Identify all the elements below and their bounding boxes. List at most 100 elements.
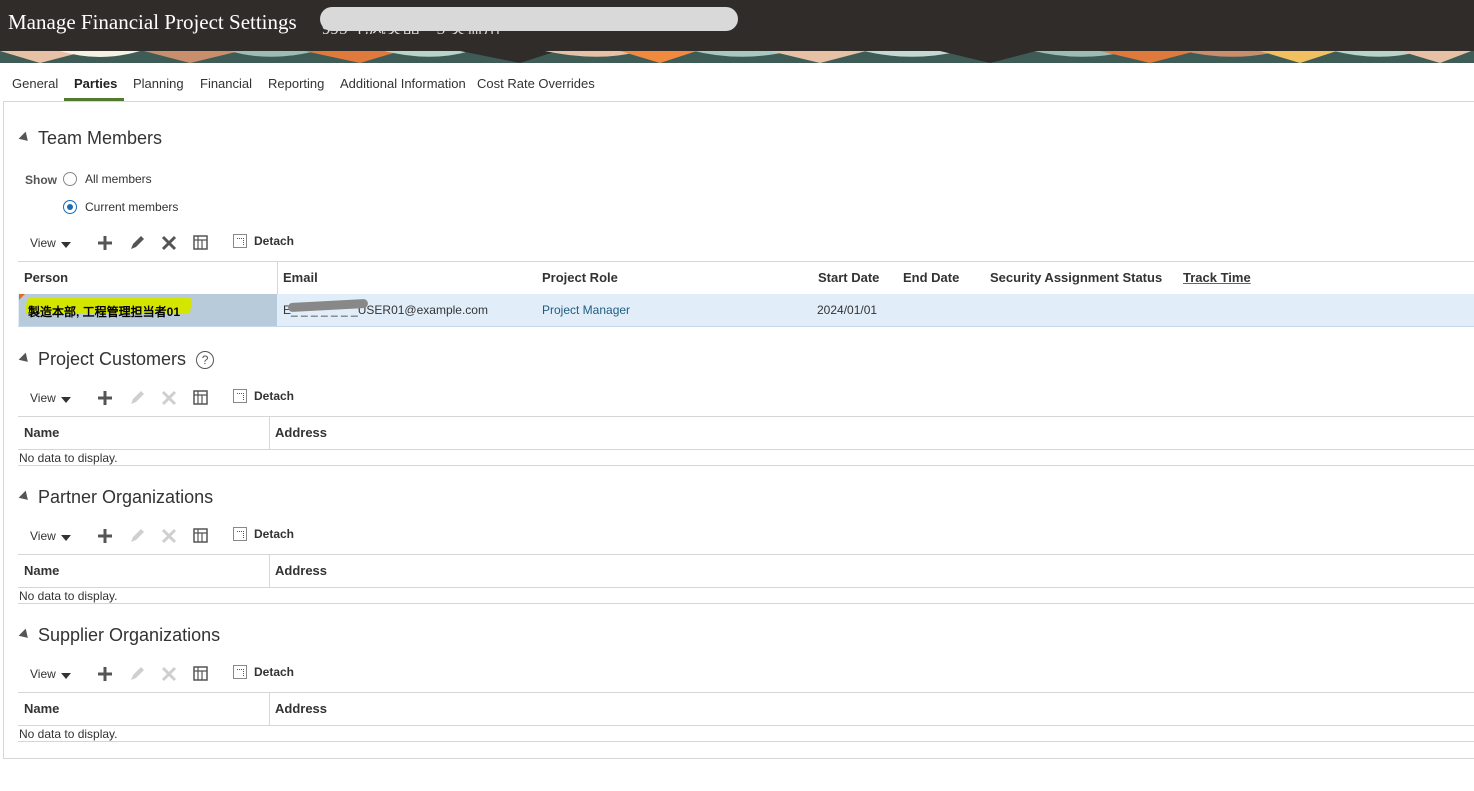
edit-pencil-icon: [131, 391, 144, 404]
partner-organizations-header[interactable]: Partner Organizations: [18, 487, 214, 508]
show-label: Show: [25, 173, 57, 187]
column-header-start-date[interactable]: Start Date: [818, 270, 879, 285]
column-divider: [277, 262, 278, 294]
freeze-columns-icon[interactable]: [192, 665, 210, 683]
delete-icon: [161, 528, 177, 544]
caret-down-icon: [60, 535, 71, 541]
radio-button-selected-icon[interactable]: [63, 200, 77, 214]
view-menu[interactable]: View: [30, 391, 71, 405]
edit-pencil-icon[interactable]: [128, 234, 146, 252]
column-divider: [269, 693, 270, 725]
section-title: Project Customers: [38, 349, 187, 369]
empty-message: No data to display.: [19, 727, 118, 741]
supplier-organizations-header[interactable]: Supplier Organizations: [18, 625, 221, 646]
freeze-columns-icon[interactable]: [192, 234, 210, 252]
freeze-columns-icon[interactable]: [192, 389, 210, 407]
team-members-header[interactable]: Team Members: [18, 128, 163, 149]
supplier-organizations-toolbar: View Detach: [20, 665, 320, 685]
delete-icon[interactable]: [160, 234, 178, 252]
table-header: Person Email Project Role Start Date End…: [18, 261, 1474, 295]
column-header-end-date[interactable]: End Date: [903, 270, 959, 285]
detach-icon: [233, 665, 247, 679]
detach-button[interactable]: Detach: [233, 527, 294, 541]
project-customers-header[interactable]: Project Customers ?: [18, 349, 215, 370]
table-bottom-border: [18, 741, 1474, 742]
column-header-address[interactable]: Address: [275, 425, 327, 440]
tab-bar: General Parties Planning Financial Repor…: [0, 63, 1474, 101]
add-icon[interactable]: [96, 527, 114, 545]
edit-pencil-icon: [131, 667, 144, 680]
column-header-track-time[interactable]: Track Time: [1183, 270, 1251, 285]
detach-button[interactable]: Detach: [233, 665, 294, 679]
column-header-email[interactable]: Email: [283, 270, 318, 285]
radio-current-members[interactable]: Current members: [63, 200, 178, 214]
section-title: Supplier Organizations: [38, 625, 221, 645]
table-header: Name Address: [18, 416, 1474, 450]
tab-additional-information[interactable]: Additional Information: [340, 76, 466, 91]
tab-financial[interactable]: Financial: [200, 76, 252, 91]
project-customers-table: Name Address No data to display.: [18, 416, 1474, 466]
column-divider: [269, 555, 270, 587]
column-header-address[interactable]: Address: [275, 563, 327, 578]
column-header-project-role[interactable]: Project Role: [542, 270, 618, 285]
add-icon[interactable]: [96, 234, 114, 252]
caret-down-icon: [60, 242, 71, 248]
team-members-toolbar: View Detach: [20, 234, 320, 254]
empty-message: No data to display.: [19, 451, 118, 465]
column-header-person[interactable]: Person: [24, 270, 68, 285]
table-row[interactable]: 製造本部, 工程管理担当者01 E_ _ _ _ _ _ _USER01@exa…: [18, 294, 1474, 327]
team-members-table: Person Email Project Role Start Date End…: [18, 261, 1474, 327]
supplier-organizations-table: Name Address No data to display.: [18, 692, 1474, 742]
detach-icon: [233, 234, 247, 248]
page-title: Manage Financial Project Settings: [8, 10, 297, 34]
collapse-triangle-icon[interactable]: [18, 628, 32, 641]
freeze-columns-icon[interactable]: [192, 527, 210, 545]
radio-label: All members: [85, 172, 152, 186]
table-bottom-border: [18, 603, 1474, 604]
caret-down-icon: [60, 673, 71, 679]
partner-organizations-table: Name Address No data to display.: [18, 554, 1474, 604]
tab-reporting[interactable]: Reporting: [268, 76, 324, 91]
section-title: Partner Organizations: [38, 487, 214, 507]
detach-icon: [233, 389, 247, 403]
table-header: Name Address: [18, 554, 1474, 588]
view-menu[interactable]: View: [30, 236, 71, 250]
modified-flag-icon: [19, 294, 25, 300]
help-icon[interactable]: ?: [196, 350, 215, 369]
person-cell[interactable]: 製造本部, 工程管理担当者01: [28, 303, 180, 320]
page-header: Manage Financial Project Settings 995 宅风…: [0, 0, 1474, 63]
detach-icon: [233, 527, 247, 541]
partner-organizations-toolbar: View Detach: [20, 527, 320, 547]
radio-button-icon[interactable]: [63, 172, 77, 186]
column-divider: [269, 417, 270, 449]
column-header-name[interactable]: Name: [24, 701, 59, 716]
tab-cost-rate-overrides[interactable]: Cost Rate Overrides: [477, 76, 595, 91]
tab-planning[interactable]: Planning: [133, 76, 184, 91]
table-bottom-border: [18, 465, 1474, 466]
radio-all-members[interactable]: All members: [63, 172, 152, 186]
column-header-security-status[interactable]: Security Assignment Status: [990, 270, 1162, 285]
tab-general[interactable]: General: [12, 76, 58, 91]
collapse-triangle-icon[interactable]: [18, 131, 32, 144]
section-title: Team Members: [38, 128, 163, 148]
view-menu[interactable]: View: [30, 529, 71, 543]
delete-icon: [161, 666, 177, 682]
redacted-text: [320, 7, 738, 31]
project-role-link[interactable]: Project Manager: [542, 303, 630, 317]
collapse-triangle-icon[interactable]: [18, 352, 32, 365]
empty-message: No data to display.: [19, 589, 118, 603]
delete-icon: [161, 390, 177, 406]
column-header-address[interactable]: Address: [275, 701, 327, 716]
project-customers-toolbar: View Detach: [20, 389, 320, 409]
column-header-name[interactable]: Name: [24, 425, 59, 440]
edit-pencil-icon: [131, 529, 144, 542]
column-header-name[interactable]: Name: [24, 563, 59, 578]
detach-button[interactable]: Detach: [233, 389, 294, 403]
detach-button[interactable]: Detach: [233, 234, 294, 248]
collapse-triangle-icon[interactable]: [18, 490, 32, 503]
tab-parties[interactable]: Parties: [74, 76, 117, 91]
add-icon[interactable]: [96, 665, 114, 683]
caret-down-icon: [60, 397, 71, 403]
view-menu[interactable]: View: [30, 667, 71, 681]
add-icon[interactable]: [96, 389, 114, 407]
